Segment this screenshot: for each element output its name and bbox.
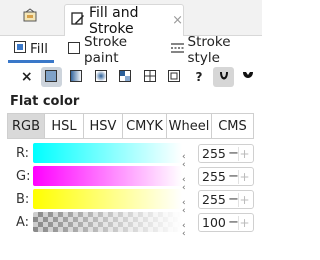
red-slider[interactable] bbox=[33, 143, 182, 163]
flat-color-button[interactable] bbox=[40, 67, 63, 87]
radial-gradient-button[interactable] bbox=[90, 67, 112, 87]
blue-value-spinbox[interactable]: 255 − + bbox=[198, 190, 254, 209]
fill-rule-nonzero-icon bbox=[242, 70, 254, 85]
plus-icon[interactable]: + bbox=[238, 215, 250, 230]
plus-icon[interactable]: + bbox=[238, 146, 250, 161]
green-slider[interactable] bbox=[33, 166, 182, 186]
color-model-hsl-button[interactable]: HSL bbox=[44, 113, 84, 139]
red-value[interactable]: 255 bbox=[202, 146, 228, 161]
tab-stroke-paint-label: Stroke paint bbox=[84, 34, 128, 66]
document-properties-icon bbox=[22, 8, 38, 28]
tab-fill-label: Fill bbox=[30, 40, 49, 57]
slider-row-blue: B: ‹ ‹ 255 − + bbox=[0, 189, 262, 216]
swatch-icon bbox=[168, 69, 181, 85]
minus-icon[interactable]: − bbox=[228, 215, 239, 230]
slider-handle-icon[interactable]: ‹ ‹ bbox=[182, 222, 186, 239]
no-paint-button[interactable]: × bbox=[16, 67, 38, 87]
fill-rule-evenodd-button[interactable] bbox=[212, 67, 235, 87]
channel-label-blue: B: bbox=[16, 192, 30, 207]
linear-gradient-button[interactable] bbox=[65, 67, 87, 87]
dock-tab-fill-and-stroke[interactable]: Fill and Stroke × bbox=[64, 4, 184, 37]
plus-icon[interactable]: + bbox=[238, 192, 250, 207]
color-model-hsv-button[interactable]: HSV bbox=[83, 113, 123, 139]
fill-stroke-tabs: Fill Stroke paint Stroke style bbox=[0, 34, 263, 66]
stroke-style-icon bbox=[170, 42, 184, 58]
minus-icon[interactable]: − bbox=[228, 146, 239, 161]
stroke-paint-icon bbox=[68, 42, 81, 58]
blue-slider[interactable] bbox=[33, 189, 182, 209]
channel-label-red: R: bbox=[16, 146, 30, 161]
color-model-cmyk-button[interactable]: CMYK bbox=[122, 113, 167, 139]
fill-rule-nonzero-button[interactable] bbox=[237, 67, 259, 87]
flat-color-icon bbox=[45, 69, 58, 85]
tab-fill[interactable]: Fill bbox=[8, 37, 55, 63]
pattern-icon bbox=[143, 69, 156, 85]
fill-rule-evenodd-icon bbox=[218, 70, 230, 85]
dock-tab-bar: Fill and Stroke × bbox=[0, 0, 262, 37]
unset-paint-icon: ? bbox=[195, 70, 203, 84]
plus-icon[interactable]: + bbox=[238, 169, 250, 184]
linear-gradient-icon bbox=[69, 69, 82, 85]
fill-and-stroke-icon bbox=[71, 11, 85, 30]
color-model-wheel-button[interactable]: Wheel bbox=[166, 113, 212, 139]
green-value-spinbox[interactable]: 255 − + bbox=[198, 167, 254, 186]
swatch-button[interactable] bbox=[164, 67, 186, 87]
pattern-button[interactable] bbox=[139, 67, 161, 87]
green-value[interactable]: 255 bbox=[202, 169, 228, 184]
unset-paint-button[interactable]: ? bbox=[188, 67, 210, 87]
channel-label-alpha: A: bbox=[16, 215, 30, 230]
minus-icon[interactable]: − bbox=[228, 169, 239, 184]
radial-gradient-icon bbox=[94, 69, 107, 85]
no-paint-icon: × bbox=[20, 69, 33, 85]
red-value-spinbox[interactable]: 255 − + bbox=[198, 144, 254, 163]
alpha-value-spinbox[interactable]: 100 − + bbox=[198, 213, 254, 232]
slider-row-alpha: A: ‹ ‹ 100 − + bbox=[0, 212, 262, 239]
blue-value[interactable]: 255 bbox=[202, 192, 228, 207]
fill-icon bbox=[14, 40, 26, 57]
alpha-value[interactable]: 100 bbox=[202, 215, 228, 230]
channel-label-green: G: bbox=[16, 169, 31, 184]
mesh-gradient-icon bbox=[119, 69, 132, 85]
mesh-gradient-button[interactable] bbox=[114, 67, 136, 87]
tab-stroke-style[interactable]: Stroke style bbox=[165, 34, 263, 66]
section-label-flat-color: Flat color bbox=[10, 94, 80, 109]
color-model-cms-button[interactable]: CMS bbox=[211, 113, 254, 139]
color-model-rgb-button[interactable]: RGB bbox=[7, 113, 45, 139]
minus-icon[interactable]: − bbox=[228, 192, 239, 207]
slider-row-red: R: ‹ ‹ 255 − + bbox=[0, 143, 262, 170]
paint-type-row: × ? bbox=[0, 66, 262, 88]
alpha-slider[interactable] bbox=[33, 212, 182, 232]
tab-stroke-paint[interactable]: Stroke paint bbox=[62, 34, 160, 66]
dock-tab-document-properties[interactable] bbox=[0, 0, 60, 36]
color-model-selector: RGB HSL HSV CMYK Wheel CMS bbox=[7, 113, 255, 139]
slider-row-green: G: ‹ ‹ 255 − + bbox=[0, 166, 262, 193]
dock-tab-title: Fill and Stroke bbox=[89, 4, 139, 37]
tab-stroke-style-label: Stroke style bbox=[187, 34, 231, 66]
close-icon[interactable]: × bbox=[172, 13, 183, 28]
